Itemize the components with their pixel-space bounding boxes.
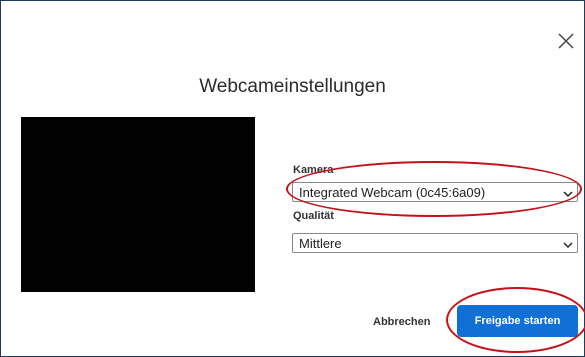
start-sharing-button[interactable]: Freigabe starten [457,305,578,337]
quality-label: Qualität [293,210,334,222]
chevron-down-icon [563,238,573,253]
quality-select-value: Mittlere [299,236,342,251]
dialog-title: Webcameinstellungen [199,76,386,97]
cancel-button[interactable]: Abbrechen [373,316,430,328]
camera-select-value: Integrated Webcam (0c45:6a09) [299,185,486,200]
camera-label: Kamera [293,164,334,176]
chevron-down-icon [563,187,573,202]
webcam-preview [21,117,255,292]
close-icon[interactable] [556,31,576,51]
camera-select[interactable]: Integrated Webcam (0c45:6a09) [292,182,578,202]
quality-select[interactable]: Mittlere [292,233,578,253]
